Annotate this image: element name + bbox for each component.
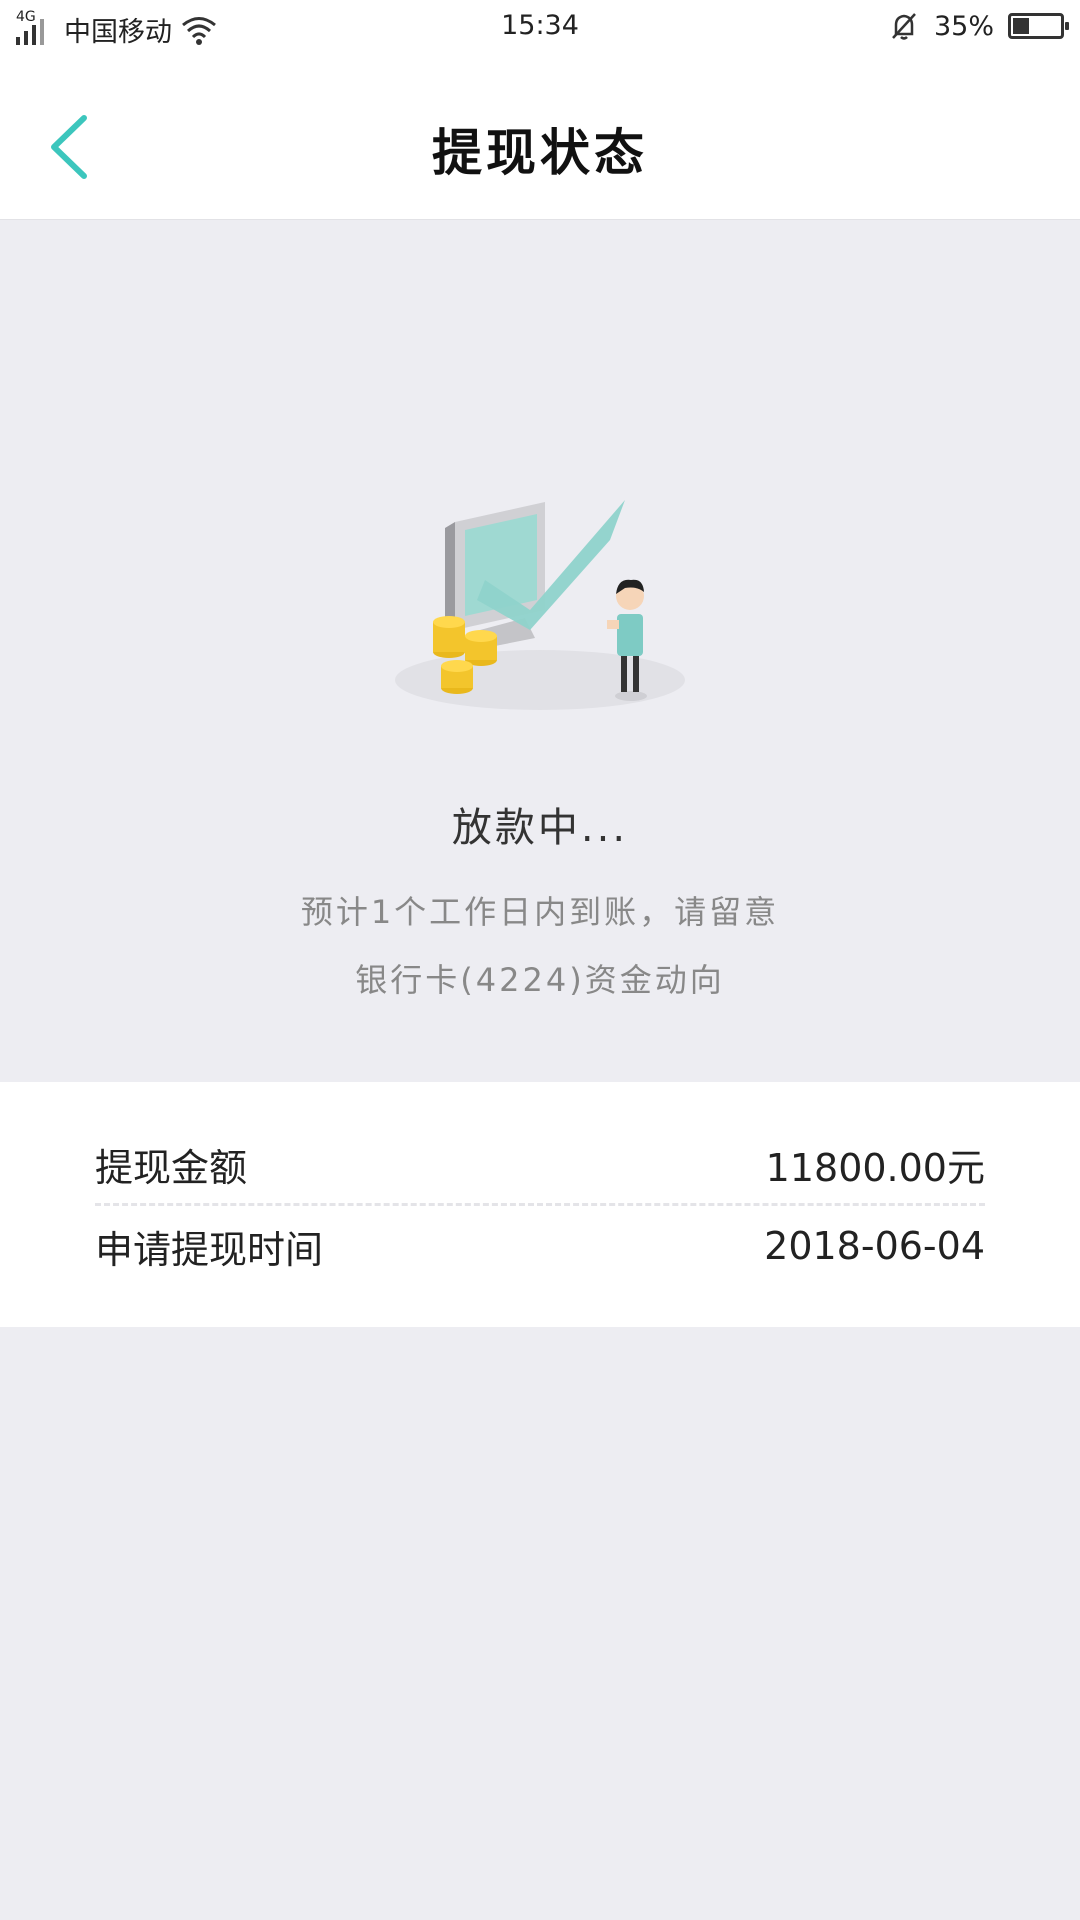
page-title: 提现状态 bbox=[432, 124, 648, 182]
battery-percent: 35% bbox=[933, 10, 994, 42]
bell-muted-icon bbox=[892, 13, 916, 40]
withdrawal-illustration bbox=[395, 500, 685, 710]
status-bar: 4G 中国移动 15:34 35% bbox=[0, 0, 1080, 55]
detail-value: 11800.00元 bbox=[765, 1145, 985, 1190]
status-description: 预计1个工作日内到账，请留意 银行卡(4224)资金动向 bbox=[0, 878, 1080, 1014]
status-description-line-1: 预计1个工作日内到账，请留意 bbox=[300, 893, 780, 931]
battery-icon bbox=[1008, 13, 1069, 39]
detail-value: 2018-06-04 bbox=[764, 1224, 985, 1268]
navigation-bar: 提现状态 bbox=[0, 55, 1080, 220]
status-description-line-2: 银行卡(4224)资金动向 bbox=[355, 961, 725, 999]
detail-row-amount: 提现金额 11800.00元 bbox=[95, 1124, 985, 1204]
detail-label: 申请提现时间 bbox=[95, 1227, 324, 1272]
detail-label: 提现金额 bbox=[95, 1145, 248, 1190]
detail-row-apply-time: 申请提现时间 2018-06-04 bbox=[95, 1206, 985, 1286]
status-bar-right: 35% bbox=[888, 10, 1069, 42]
status-title: 放款中... bbox=[451, 805, 629, 851]
